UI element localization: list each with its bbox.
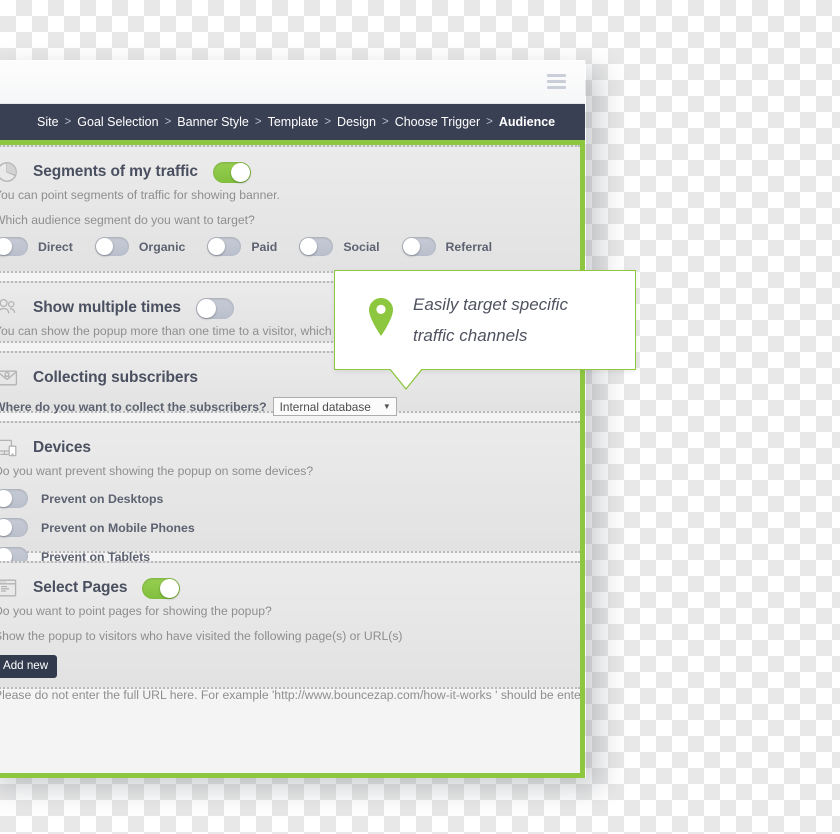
- devices-icon: [0, 435, 20, 461]
- section-title: Segments of my traffic: [33, 163, 198, 180]
- section-description: You can point segments of traffic for sh…: [0, 188, 280, 202]
- section-title: Show multiple times: [33, 299, 181, 316]
- tooltip-line-2: traffic channels: [413, 326, 528, 345]
- device-label: Prevent on Desktops: [41, 491, 164, 506]
- breadcrumb-separator: >: [164, 116, 172, 128]
- envelope-user-icon: [0, 365, 20, 391]
- device-label: Prevent on Mobile Phones: [41, 520, 195, 535]
- segment-toggle-social[interactable]: [299, 237, 334, 256]
- users-icon: [0, 295, 20, 321]
- segment-toggle-referral[interactable]: [401, 237, 436, 256]
- chevron-down-icon: ▼: [382, 402, 391, 411]
- segment-label: Direct: [38, 239, 73, 254]
- device-toggle-desktops[interactable]: [0, 489, 28, 508]
- app-header-bar: [0, 60, 585, 104]
- toggle-knob: [95, 238, 113, 255]
- section-select-pages: Select Pages Do you want to point pages …: [0, 561, 580, 702]
- audience-settings-panel: Segments of my traffic You can point seg…: [0, 140, 585, 778]
- breadcrumb-item-template[interactable]: Template: [268, 115, 319, 129]
- select-pages-note: Please do not enter the full URL here. F…: [0, 687, 580, 702]
- segment-option-social[interactable]: Social: [299, 237, 380, 256]
- device-toggle-mobile-phones[interactable]: [0, 518, 28, 537]
- toggle-knob: [0, 238, 12, 255]
- hamburger-bar: [547, 80, 566, 83]
- toggle-knob: [208, 238, 226, 255]
- tooltip-tail-fill: [389, 367, 423, 388]
- show-multiple-times-toggle[interactable]: [195, 297, 234, 319]
- device-option-mobile-phones[interactable]: Prevent on Mobile Phones: [0, 518, 580, 537]
- section-description: Do you want to point pages for showing t…: [0, 604, 272, 618]
- breadcrumb-separator: >: [381, 116, 389, 128]
- segment-label: Social: [343, 239, 380, 254]
- section-title: Devices: [33, 439, 91, 456]
- section-question: Which audience segment do you want to ta…: [0, 213, 255, 227]
- segment-label: Paid: [251, 239, 278, 254]
- select-value: Internal database: [279, 399, 371, 414]
- breadcrumb: Site > Goal Selection > Banner Style > T…: [37, 104, 555, 140]
- segment-toggle-organic[interactable]: [94, 237, 129, 256]
- toggle-knob: [300, 238, 318, 255]
- hamburger-bar: [547, 74, 566, 77]
- breadcrumb-item-design[interactable]: Design: [337, 115, 376, 129]
- segments-master-toggle[interactable]: [212, 161, 251, 183]
- select-pages-toggle[interactable]: [142, 577, 181, 599]
- segment-option-paid[interactable]: Paid: [207, 237, 277, 256]
- segment-option-referral[interactable]: Referral: [401, 237, 493, 256]
- browser-page-icon: [0, 575, 20, 601]
- breadcrumb-separator: >: [64, 116, 72, 128]
- hamburger-bar: [547, 86, 566, 89]
- segment-label: Organic: [138, 239, 186, 254]
- tooltip-text: Easily target specific traffic channels: [413, 289, 568, 351]
- breadcrumb-item-choose-trigger[interactable]: Choose Trigger: [395, 115, 480, 129]
- section-devices: Devices Do you want prevent showing the …: [0, 421, 580, 566]
- toggle-knob: [402, 238, 420, 255]
- hamburger-menu-icon[interactable]: [547, 74, 566, 89]
- toggle-knob: [0, 490, 12, 507]
- toggle-knob: [0, 519, 12, 536]
- toggle-knob: [196, 298, 216, 318]
- toggle-knob: [230, 162, 250, 182]
- toggle-knob: [160, 578, 180, 598]
- section-segments-of-my-traffic: Segments of my traffic You can point seg…: [0, 145, 580, 273]
- segment-option-organic[interactable]: Organic: [94, 237, 186, 256]
- map-pin-icon: [365, 296, 397, 345]
- section-description: Do you want prevent showing the popup on…: [0, 464, 314, 478]
- segment-toggle-direct[interactable]: [0, 237, 28, 256]
- segment-label: Referral: [445, 239, 493, 254]
- tooltip-line-1: Easily target specific: [413, 295, 568, 314]
- collect-field-label: Where do you want to collect the subscri…: [0, 399, 267, 414]
- section-question: Show the popup to visitors who have visi…: [0, 629, 403, 643]
- breadcrumb-item-audience: Audience: [498, 115, 556, 129]
- segment-toggle-paid[interactable]: [207, 237, 242, 256]
- pie-chart-icon: [0, 159, 20, 185]
- breadcrumb-item-site[interactable]: Site: [37, 115, 59, 129]
- add-new-button[interactable]: Add new: [0, 655, 58, 678]
- breadcrumb-separator: >: [254, 116, 262, 128]
- segment-toggle-row: Direct Organic Paid Social Referral: [0, 237, 580, 256]
- device-option-desktops[interactable]: Prevent on Desktops: [0, 489, 580, 508]
- tooltip-callout: Easily target specific traffic channels: [334, 270, 636, 390]
- section-title: Select Pages: [33, 579, 128, 596]
- breadcrumb-bar: Site > Goal Selection > Banner Style > T…: [0, 104, 585, 140]
- breadcrumb-item-banner-style[interactable]: Banner Style: [177, 115, 249, 129]
- breadcrumb-item-goal-selection[interactable]: Goal Selection: [77, 115, 158, 129]
- section-title: Collecting subscribers: [33, 369, 198, 386]
- segment-option-direct[interactable]: Direct: [0, 237, 73, 256]
- collect-destination-select[interactable]: Internal database ▼: [272, 397, 397, 416]
- breadcrumb-separator: >: [486, 116, 493, 128]
- breadcrumb-separator: >: [324, 116, 332, 128]
